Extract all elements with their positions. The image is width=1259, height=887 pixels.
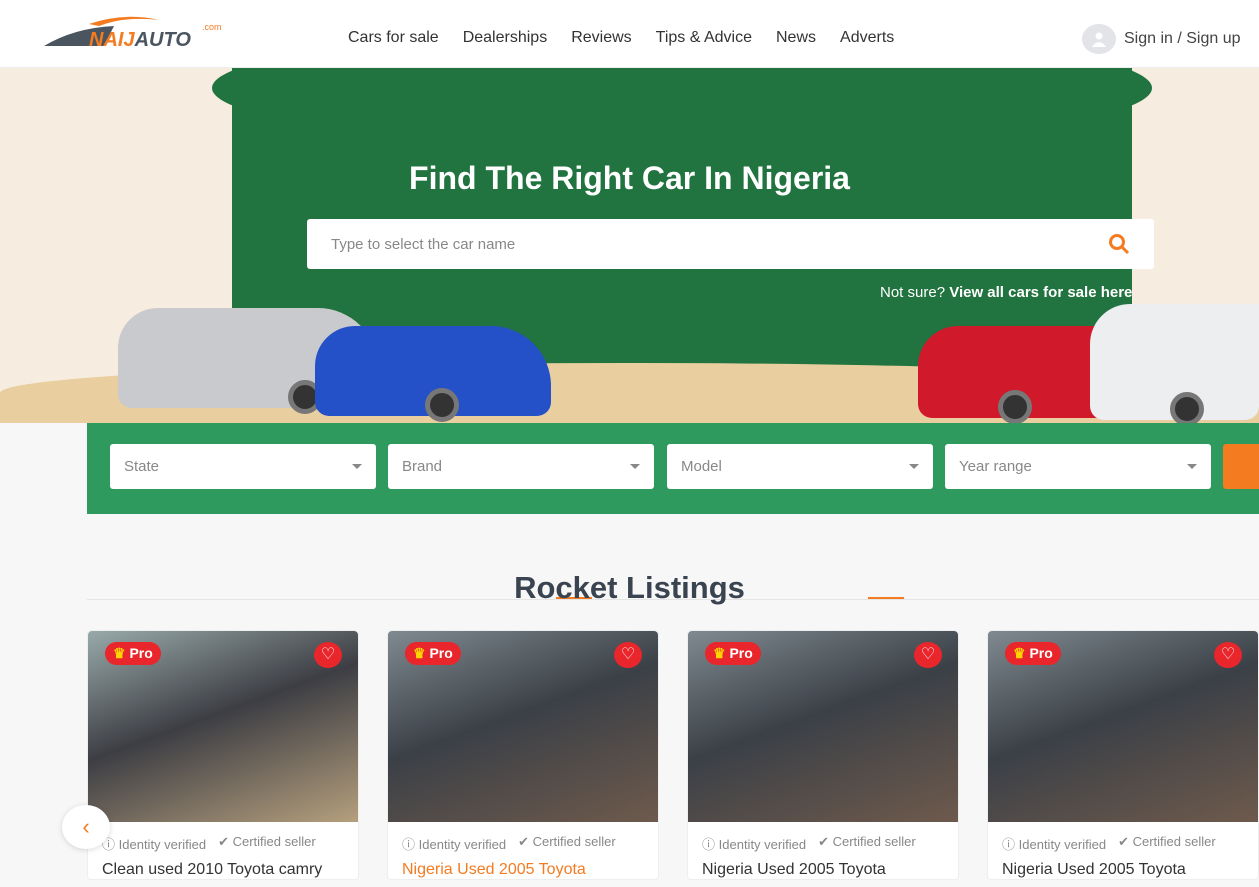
certified-label: Certified seller [1132,834,1216,849]
listing-title[interactable]: Clean used 2010 Toyota camry [88,853,358,887]
pro-badge: ♛ Pro [105,642,161,665]
listing-title[interactable]: Nigeria Used 2005 Toyota [988,853,1258,887]
year-range-select[interactable]: Year range [945,444,1211,489]
crown-icon: ♛ [713,645,726,661]
certified-seller: ✔ Certified seller [218,834,316,853]
car-search-input[interactable]: Type to select the car name [307,219,1154,269]
view-all-cars-link[interactable]: View all cars for sale here [949,284,1132,301]
check-circle-icon: ✔ [218,834,229,849]
certified-seller: ✔ Certified seller [818,834,916,853]
listing-card[interactable]: ♛ Pro ♡ ⓘ Identity verified ✔ Certified s… [87,630,359,880]
hero-banner: Find The Right Car In Nigeria Type to se… [0,68,1259,423]
pro-label: Pro [429,645,453,661]
filter-bar: State Brand Model Year range [87,423,1259,514]
search-button[interactable] [1223,444,1259,489]
identity-verified: ⓘ Identity verified [402,834,506,853]
identity-verified: ⓘ Identity verified [1002,834,1106,853]
state-select[interactable]: State [110,444,376,489]
car-image-white [1090,304,1259,423]
nav-adverts[interactable]: Adverts [840,29,894,47]
pro-badge: ♛ Pro [405,642,461,665]
svg-text:.com: .com [202,22,222,32]
brand-label: Brand [402,458,443,475]
info-icon: ⓘ [402,837,416,852]
check-circle-icon: ✔ [1118,834,1129,849]
certified-label: Certified seller [232,834,316,849]
certified-label: Certified seller [532,834,616,849]
heart-icon[interactable]: ♡ [314,642,342,668]
model-select[interactable]: Model [667,444,933,489]
nav-dealerships[interactable]: Dealerships [463,29,547,47]
section-title: Rocket Listings [514,570,745,605]
nav-cars-for-sale[interactable]: Cars for sale [348,29,439,47]
chevron-down-icon [909,464,919,469]
info-icon: ⓘ [702,837,716,852]
header: NAIJAUTO .com Cars for sale Dealerships … [0,0,1259,68]
chevron-down-icon [630,464,640,469]
certified-seller: ✔ Certified seller [518,834,616,853]
check-circle-icon: ✔ [818,834,829,849]
car-image-blue [315,326,551,422]
state-label: State [124,458,160,475]
listing-card[interactable]: ♛ Pro ♡ ⓘ Identity verified ✔ Certified s… [387,630,659,880]
identity-verified: ⓘ Identity verified [102,834,206,853]
pro-label: Pro [129,645,153,661]
chevron-down-icon [352,464,362,469]
naijauto-logo[interactable]: NAIJAUTO .com [44,14,234,54]
listing-card[interactable]: ♛ Pro ♡ ⓘ Identity verified ✔ Certified s… [987,630,1259,880]
not-sure-label: Not sure? [880,284,946,301]
signin-link[interactable]: Sign in / Sign up [1082,24,1241,54]
main-nav: Cars for sale Dealerships Reviews Tips &… [348,29,894,47]
crown-icon: ♛ [1013,645,1026,661]
identity-label: Identity verified [1018,837,1107,852]
chevron-down-icon [1187,464,1197,469]
identity-label: Identity verified [118,837,207,852]
nav-news[interactable]: News [776,29,816,47]
carousel-prev-button[interactable]: ‹ [62,805,110,849]
certified-label: Certified seller [832,834,916,849]
listing-title[interactable]: Nigeria Used 2005 Toyota [388,853,658,887]
info-icon: ⓘ [1002,837,1016,852]
listing-card[interactable]: ♛ Pro ♡ ⓘ Identity verified ✔ Certified s… [687,630,959,880]
heart-icon[interactable]: ♡ [614,642,642,668]
pro-badge: ♛ Pro [705,642,761,665]
user-avatar-icon [1082,24,1116,54]
svg-text:NAIJAUTO: NAIJAUTO [89,29,191,51]
model-label: Model [681,458,722,475]
listing-title[interactable]: Nigeria Used 2005 Toyota [688,853,958,887]
heart-icon[interactable]: ♡ [1214,642,1242,668]
pro-label: Pro [1029,645,1053,661]
crown-icon: ♛ [113,645,126,661]
nav-tips-advice[interactable]: Tips & Advice [656,29,752,47]
identity-verified: ⓘ Identity verified [702,834,806,853]
heart-icon[interactable]: ♡ [914,642,942,668]
hero-title: Find The Right Car In Nigeria [409,160,850,196]
check-circle-icon: ✔ [518,834,529,849]
pro-label: Pro [729,645,753,661]
search-icon[interactable] [1108,233,1130,255]
year-range-label: Year range [959,458,1032,475]
not-sure-text: Not sure? View all cars for sale here [880,284,1132,301]
identity-label: Identity verified [418,837,507,852]
signin-label: Sign in / Sign up [1124,30,1241,47]
pro-badge: ♛ Pro [1005,642,1061,665]
certified-seller: ✔ Certified seller [1118,834,1216,853]
nav-reviews[interactable]: Reviews [571,29,631,47]
brand-select[interactable]: Brand [388,444,654,489]
crown-icon: ♛ [413,645,426,661]
identity-label: Identity verified [718,837,807,852]
search-placeholder: Type to select the car name [331,235,516,253]
